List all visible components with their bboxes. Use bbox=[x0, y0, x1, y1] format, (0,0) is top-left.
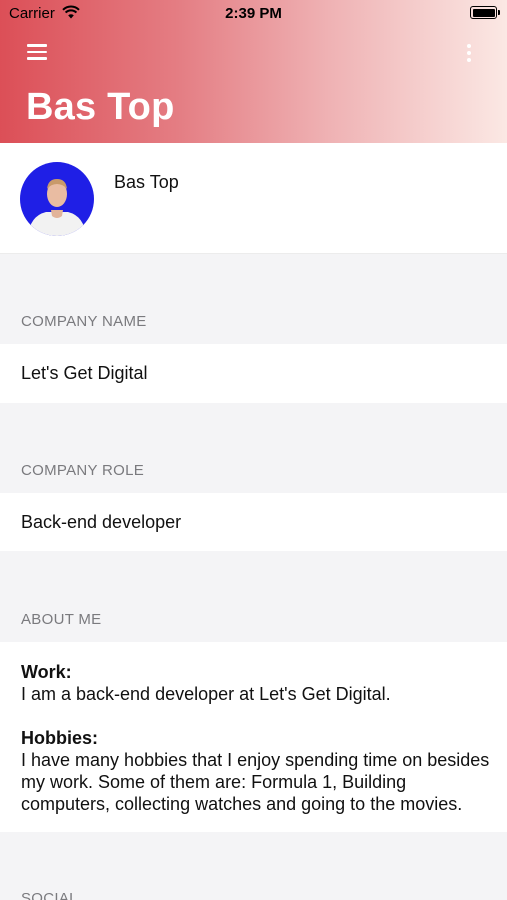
work-block: Work: I am a back-end developer at Let's… bbox=[21, 661, 491, 705]
about-me-card: Work: I am a back-end developer at Let's… bbox=[0, 642, 507, 832]
profile-card: Bas Top bbox=[0, 143, 507, 254]
company-role-heading: COMPANY ROLE bbox=[21, 462, 145, 479]
hobbies-text: I have many hobbies that I enjoy spendin… bbox=[21, 750, 490, 814]
hamburger-menu-icon[interactable] bbox=[27, 44, 47, 60]
social-heading: SOCIAL bbox=[21, 890, 78, 900]
avatar bbox=[20, 162, 94, 236]
about-me-heading: ABOUT ME bbox=[21, 611, 102, 628]
app-header: Carrier 2:39 PM Bas Top bbox=[0, 0, 507, 143]
hobbies-block: Hobbies: I have many hobbies that I enjo… bbox=[21, 727, 491, 815]
vertical-dots-icon[interactable] bbox=[465, 44, 473, 62]
company-name-heading: COMPANY NAME bbox=[21, 313, 147, 330]
company-name-row: Let's Get Digital bbox=[0, 344, 507, 403]
page-title: Bas Top bbox=[26, 86, 175, 128]
status-bar: Carrier 2:39 PM bbox=[0, 0, 507, 28]
battery-icon bbox=[470, 6, 500, 19]
work-text: I am a back-end developer at Let's Get D… bbox=[21, 684, 391, 704]
company-name-value: Let's Get Digital bbox=[21, 363, 148, 383]
company-role-row: Back-end developer bbox=[0, 493, 507, 551]
profile-name: Bas Top bbox=[114, 172, 179, 192]
status-time: 2:39 PM bbox=[225, 5, 282, 22]
hobbies-label: Hobbies: bbox=[21, 728, 99, 748]
work-label: Work: bbox=[21, 662, 72, 682]
company-role-value: Back-end developer bbox=[21, 512, 182, 532]
